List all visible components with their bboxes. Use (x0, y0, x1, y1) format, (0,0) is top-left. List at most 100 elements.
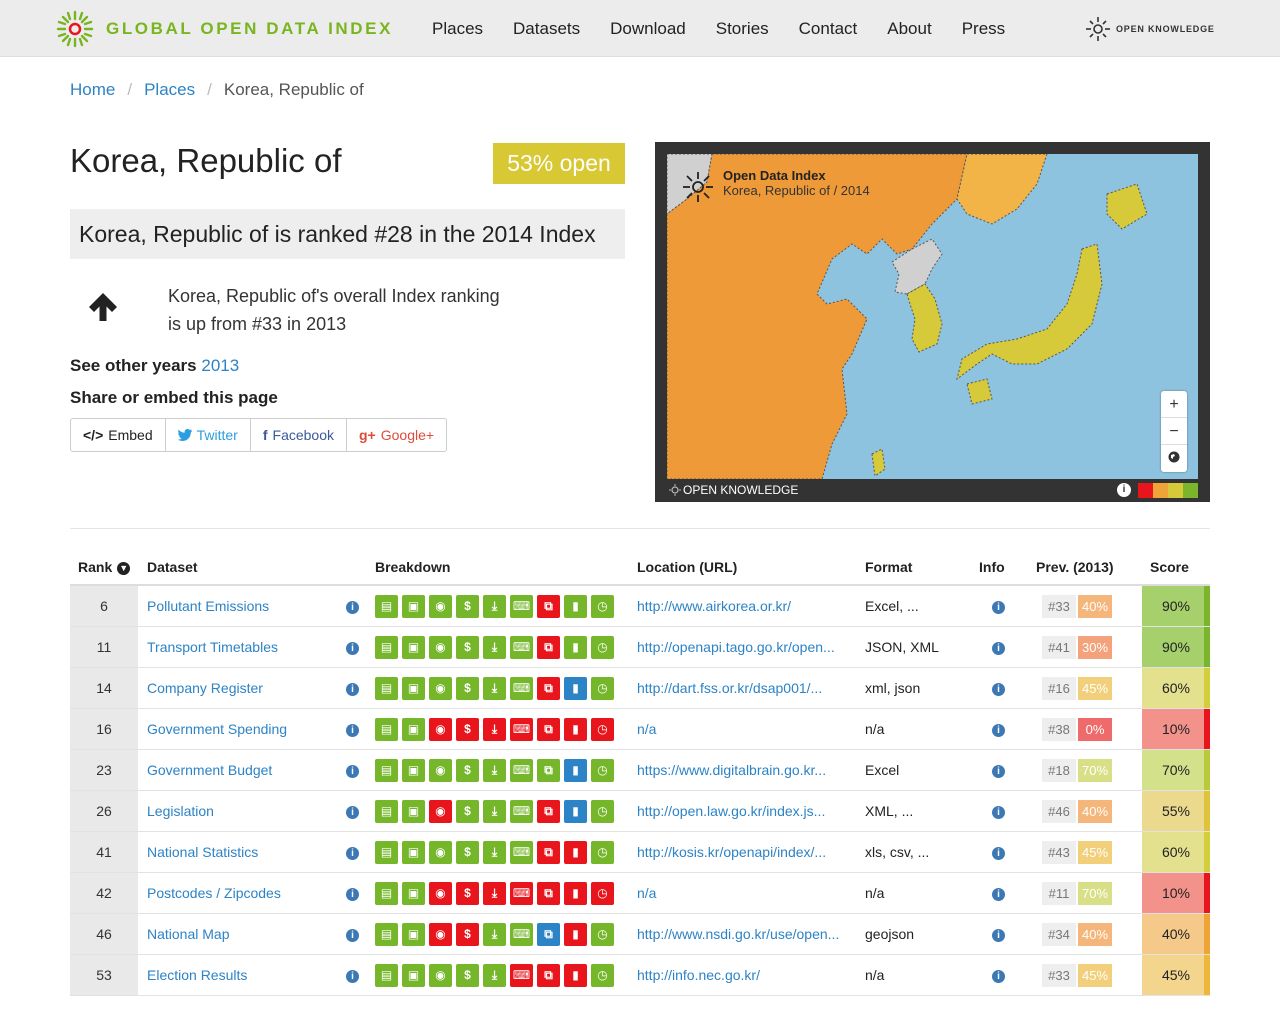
dataset-link[interactable]: Postcodes / Zipcodes (147, 873, 281, 913)
zoom-out-button[interactable]: − (1161, 418, 1187, 445)
doc-icon[interactable]: ▤ (375, 799, 398, 823)
sort-down-icon[interactable]: ▼ (117, 561, 131, 575)
twitter-button[interactable]: Twitter (166, 419, 251, 451)
info-icon[interactable]: i (992, 668, 1005, 708)
location-url[interactable]: http://www.nsdi.go.kr/use/open... (637, 914, 839, 954)
keyboard-icon[interactable]: ⌨ (510, 758, 533, 782)
lock-icon[interactable]: ▮ (564, 758, 587, 782)
eye-icon[interactable]: ◉ (429, 963, 452, 987)
nav-press[interactable]: Press (962, 19, 1005, 39)
map-info-icon[interactable]: i (1117, 483, 1131, 497)
brand-link[interactable]: GLOBAL OPEN DATA INDEX (56, 10, 393, 48)
table-row[interactable]: 16 Government Spending i ▤ ▣ ◉ $ ⤓ ⌨ ⧉ ▮ ◷ n/a n… (70, 709, 1210, 750)
clock-icon[interactable]: ◷ (591, 840, 614, 864)
save-icon[interactable]: ▣ (402, 881, 425, 905)
facebook-button[interactable]: f Facebook (251, 419, 347, 451)
zoom-in-button[interactable]: + (1161, 391, 1187, 418)
nav-about[interactable]: About (887, 19, 931, 39)
info-icon[interactable]: i (992, 914, 1005, 954)
clock-icon[interactable]: ◷ (591, 799, 614, 823)
year-2013-link[interactable]: 2013 (201, 356, 239, 375)
eye-icon[interactable]: ◉ (429, 717, 452, 741)
doc-icon[interactable]: ▤ (375, 717, 398, 741)
clock-icon[interactable]: ◷ (591, 676, 614, 700)
table-row[interactable]: 53 Election Results i ▤ ▣ ◉ $ ⤓ ⌨ ⧉ ▮ ◷ http://i… (70, 955, 1210, 996)
dollar-icon[interactable]: $ (456, 963, 479, 987)
doc-icon[interactable]: ▤ (375, 758, 398, 782)
eye-icon[interactable]: ◉ (429, 594, 452, 618)
info-icon[interactable]: i (992, 832, 1005, 872)
keyboard-icon[interactable]: ⌨ (510, 963, 533, 987)
copy-icon[interactable]: ⧉ (537, 799, 560, 823)
download-icon[interactable]: ⤓ (483, 676, 506, 700)
doc-icon[interactable]: ▤ (375, 635, 398, 659)
copy-icon[interactable]: ⧉ (537, 676, 560, 700)
save-icon[interactable]: ▣ (402, 676, 425, 700)
info-icon[interactable]: i (992, 873, 1005, 913)
clock-icon[interactable]: ◷ (591, 758, 614, 782)
nav-contact[interactable]: Contact (799, 19, 858, 39)
lock-icon[interactable]: ▮ (564, 922, 587, 946)
location-url[interactable]: n/a (637, 709, 656, 749)
dollar-icon[interactable]: $ (456, 717, 479, 741)
doc-icon[interactable]: ▤ (375, 676, 398, 700)
save-icon[interactable]: ▣ (402, 799, 425, 823)
dollar-icon[interactable]: $ (456, 676, 479, 700)
copy-icon[interactable]: ⧉ (537, 717, 560, 741)
lock-icon[interactable]: ▮ (564, 963, 587, 987)
dollar-icon[interactable]: $ (456, 635, 479, 659)
nav-stories[interactable]: Stories (716, 19, 769, 39)
dataset-link[interactable]: Transport Timetables (147, 627, 278, 667)
location-url[interactable]: http://open.law.go.kr/index.js... (637, 791, 825, 831)
eye-icon[interactable]: ◉ (429, 635, 452, 659)
keyboard-icon[interactable]: ⌨ (510, 840, 533, 864)
clock-icon[interactable]: ◷ (591, 594, 614, 618)
lock-icon[interactable]: ▮ (564, 799, 587, 823)
download-icon[interactable]: ⤓ (483, 758, 506, 782)
save-icon[interactable]: ▣ (402, 840, 425, 864)
open-knowledge-logo[interactable]: OPEN KNOWLEDGE (1085, 16, 1215, 42)
copy-icon[interactable]: ⧉ (537, 922, 560, 946)
dataset-info-icon[interactable]: i (346, 709, 359, 749)
keyboard-icon[interactable]: ⌨ (510, 594, 533, 618)
dataset-info-icon[interactable]: i (346, 627, 359, 667)
eye-icon[interactable]: ◉ (429, 840, 452, 864)
dollar-icon[interactable]: $ (456, 922, 479, 946)
eye-icon[interactable]: ◉ (429, 922, 452, 946)
dollar-icon[interactable]: $ (456, 881, 479, 905)
table-row[interactable]: 11 Transport Timetables i ▤ ▣ ◉ $ ⤓ ⌨ ⧉ ▮ ◷ http… (70, 627, 1210, 668)
breadcrumb-places[interactable]: Places (144, 80, 195, 100)
dataset-link[interactable]: National Map (147, 914, 230, 954)
dataset-link[interactable]: National Statistics (147, 832, 258, 872)
dataset-info-icon[interactable]: i (346, 750, 359, 790)
download-icon[interactable]: ⤓ (483, 594, 506, 618)
dataset-info-icon[interactable]: i (346, 668, 359, 708)
eye-icon[interactable]: ◉ (429, 799, 452, 823)
table-row[interactable]: 6 Pollutant Emissions i ▤ ▣ ◉ $ ⤓ ⌨ ⧉ ▮ ◷ http:/… (70, 586, 1210, 627)
keyboard-icon[interactable]: ⌨ (510, 881, 533, 905)
eye-icon[interactable]: ◉ (429, 676, 452, 700)
doc-icon[interactable]: ▤ (375, 594, 398, 618)
download-icon[interactable]: ⤓ (483, 799, 506, 823)
nav-datasets[interactable]: Datasets (513, 19, 580, 39)
doc-icon[interactable]: ▤ (375, 881, 398, 905)
save-icon[interactable]: ▣ (402, 922, 425, 946)
dataset-info-icon[interactable]: i (346, 955, 359, 995)
download-icon[interactable]: ⤓ (483, 881, 506, 905)
location-url[interactable]: n/a (637, 873, 656, 913)
download-icon[interactable]: ⤓ (483, 922, 506, 946)
doc-icon[interactable]: ▤ (375, 963, 398, 987)
keyboard-icon[interactable]: ⌨ (510, 676, 533, 700)
eye-icon[interactable]: ◉ (429, 881, 452, 905)
lock-icon[interactable]: ▮ (564, 881, 587, 905)
save-icon[interactable]: ▣ (402, 963, 425, 987)
dataset-info-icon[interactable]: i (346, 914, 359, 954)
lock-icon[interactable]: ▮ (564, 676, 587, 700)
dataset-link[interactable]: Pollutant Emissions (147, 586, 269, 626)
save-icon[interactable]: ▣ (402, 594, 425, 618)
copy-icon[interactable]: ⧉ (537, 963, 560, 987)
globe-button[interactable] (1161, 445, 1187, 472)
dataset-info-icon[interactable]: i (346, 832, 359, 872)
table-row[interactable]: 23 Government Budget i ▤ ▣ ◉ $ ⤓ ⌨ ⧉ ▮ ◷ https:/… (70, 750, 1210, 791)
col-dataset-header[interactable]: Dataset (147, 559, 198, 575)
